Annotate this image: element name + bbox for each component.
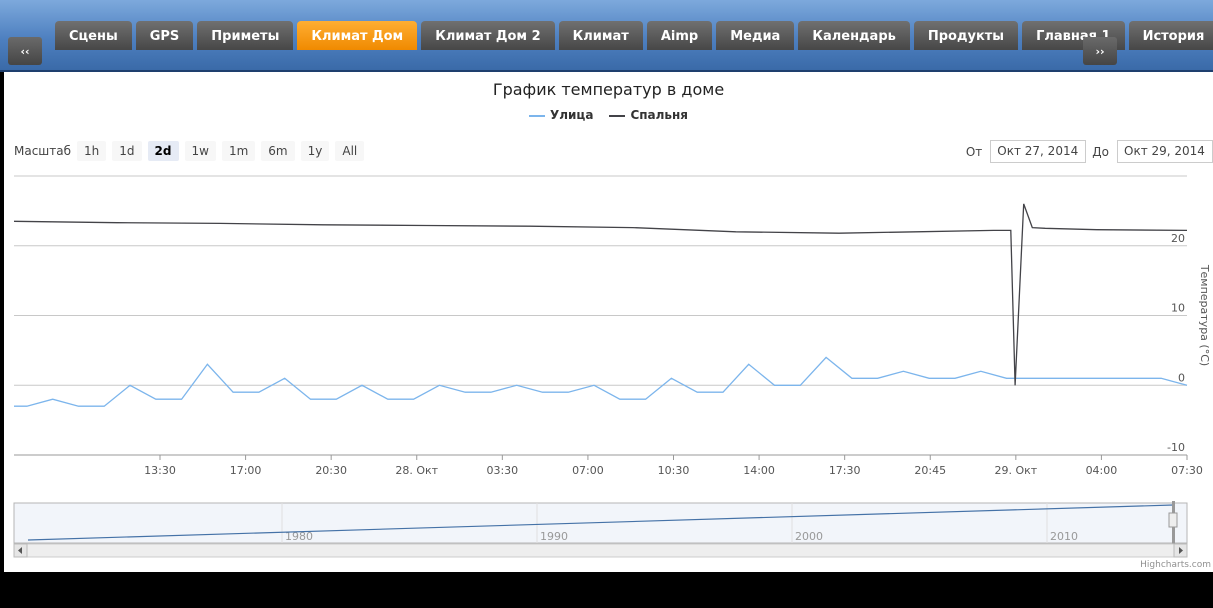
x-tick-label: 20:30 [315,464,347,477]
tab-item[interactable]: История [1128,21,1213,50]
x-tick-label: 07:30 [1171,464,1203,477]
x-tick-label: 28. Окт [395,464,438,477]
top-navigation-bar: ‹‹ Сцены GPS Приметы Климат Дом Климат Дом 2… [0,0,1213,72]
x-tick-label: 17:30 [829,464,861,477]
y-tick-label: 10 [1171,302,1185,315]
y-axis-title: Температура (°C) [1198,264,1211,366]
tab-item[interactable]: Календарь [798,21,910,50]
scroll-right-button[interactable]: ›› [1083,37,1117,65]
navigator-handle-grip[interactable] [1168,512,1178,528]
x-tick-label: 13:30 [144,464,176,477]
highcharts-credit[interactable]: Highcharts.com [1140,560,1211,570]
navigator-x-label: 1990 [540,530,568,543]
x-tick-label: 17:00 [230,464,262,477]
chart-container: График температур в доме Улица Спальня Ма… [4,72,1213,572]
series-line-bedroom [13,203,1188,386]
x-tick-label: 03:30 [486,464,518,477]
navigator-x-label: 2010 [1050,530,1078,543]
x-tick-label: 07:00 [572,464,604,477]
tab-item[interactable]: Климат Дом 2 [421,21,555,50]
y-tick-label: 20 [1171,232,1185,245]
x-tick-label: 14:00 [743,464,775,477]
navigator-x-label: 2000 [795,530,823,543]
tab-item[interactable]: Медиа [716,21,795,50]
tab-item[interactable]: GPS [135,21,194,50]
x-tick-label: 10:30 [658,464,690,477]
x-tick-label: 20:45 [914,464,946,477]
tab-item[interactable]: Приметы [197,21,294,50]
tab-item[interactable]: Климат [558,21,643,50]
tab-item[interactable]: Aimp [646,21,713,50]
y-tick-label: 0 [1178,371,1185,384]
x-tick-label: 04:00 [1086,464,1118,477]
y-tick-label: -10 [1167,441,1185,454]
x-tick-label: 29. Окт [994,464,1037,477]
series-line-outdoor [14,356,1188,407]
bottom-bar [0,572,1213,608]
tab-item[interactable]: Климат Дом [297,21,418,50]
tab-strip: Сцены GPS Приметы Климат Дом Климат Дом 2 Кли… [55,21,1213,50]
scroll-left-button[interactable]: ‹‹ [8,37,42,65]
tab-item[interactable]: Продукты [913,21,1019,50]
tab-item[interactable]: Сцены [55,21,132,50]
chart-plot[interactable]: -10 0 10 20 Температура (°C) 13:30 17:00 20:30 2… [4,72,1213,572]
scrollbar-track[interactable] [13,543,1188,558]
